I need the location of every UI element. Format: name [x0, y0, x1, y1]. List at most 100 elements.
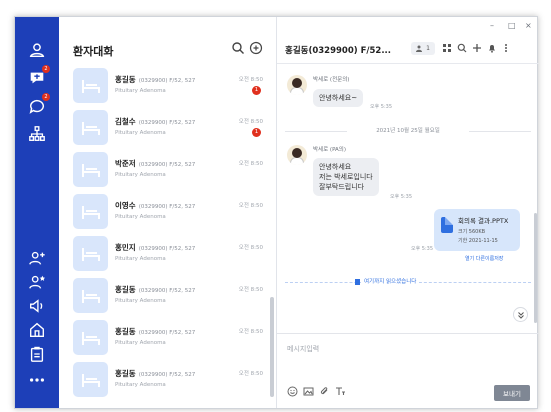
- sender-avatar[interactable]: [287, 75, 307, 95]
- row-time: 오전 8:50: [238, 203, 263, 209]
- messenger-window: 2 2 환자대화 홍길동 (0329900) F/52, 527 Pituita…: [14, 16, 539, 409]
- search-icon[interactable]: [457, 43, 467, 53]
- chat-icon[interactable]: 2: [26, 93, 50, 117]
- list-item[interactable]: 홍길동 (0329900) F/52, 527 Pituitary Adenoma…: [59, 275, 269, 317]
- profile-icon[interactable]: [26, 39, 48, 61]
- list-item[interactable]: 홍민지 (0329900) F/52, 527 Pituitary Adenoma…: [59, 233, 269, 275]
- search-icon[interactable]: [231, 41, 245, 55]
- list-item[interactable]: 김철수 (0329900) F/52, 527 Pituitary Adenoma…: [59, 107, 269, 149]
- file-attachment[interactable]: 회의록 결과.PPTX 크기 560KB 기한 2021-11-15: [434, 209, 520, 251]
- list-scrollbar[interactable]: [270, 297, 274, 397]
- bed-icon: [81, 331, 100, 345]
- patient-avatar: [73, 68, 108, 103]
- patient-chat-badge: 2: [42, 65, 50, 73]
- patient-diagnosis: Pituitary Adenoma: [115, 214, 166, 220]
- minimize-button[interactable]: –: [490, 21, 494, 30]
- member-count-chip[interactable]: 1: [411, 42, 435, 55]
- bed-icon: [81, 163, 100, 177]
- add-user-icon[interactable]: [26, 247, 48, 269]
- image-icon[interactable]: [303, 386, 314, 397]
- close-button[interactable]: ×: [525, 21, 532, 30]
- row-time: 오전 8:50: [238, 77, 263, 83]
- patient-diagnosis: Pituitary Adenoma: [115, 340, 166, 346]
- chat-scrollbar[interactable]: [534, 213, 537, 323]
- patient-name: 김철수 (0329900) F/52, 527: [115, 117, 196, 126]
- message-line: 잘부탁드립니다: [319, 183, 365, 191]
- patient-diagnosis: Pituitary Adenoma: [115, 172, 166, 178]
- patient-name: 박준저 (0329900) F/52, 527: [115, 159, 196, 168]
- list-item[interactable]: 이영수 (0329900) F/52, 527 Pituitary Adenoma…: [59, 191, 269, 233]
- message-input[interactable]: [287, 341, 527, 357]
- plus-icon[interactable]: [472, 43, 482, 53]
- chevron-down-icon: [517, 311, 524, 319]
- row-time: 오전 8:50: [238, 161, 263, 167]
- clipboard-icon[interactable]: [26, 343, 48, 365]
- attachment-icon[interactable]: [319, 386, 330, 397]
- patient-avatar: [73, 278, 108, 313]
- sender-avatar[interactable]: [287, 145, 307, 165]
- patient-name: 이영수 (0329900) F/52, 527: [115, 201, 196, 210]
- patient-avatar: [73, 194, 108, 229]
- unread-badge: 1: [252, 128, 261, 137]
- list-item[interactable]: 박준저 (0329900) F/52, 527 Pituitary Adenoma…: [59, 149, 269, 191]
- bed-icon: [81, 289, 100, 303]
- file-icon: [441, 217, 453, 233]
- patient-diagnosis: Pituitary Adenoma: [115, 88, 166, 94]
- list-item[interactable]: 홍길동 (0329900) F/52, 527 Pituitary Adenoma…: [59, 65, 269, 107]
- bookmark-icon: [355, 279, 360, 285]
- list-item[interactable]: 홍길동 (0329900) F/52, 527 Pituitary Adenoma…: [59, 317, 269, 359]
- patient-list-panel: 환자대화 홍길동 (0329900) F/52, 527 Pituitary Ad…: [59, 17, 277, 408]
- message-bubble: 안녕하세요~: [313, 89, 364, 107]
- home-icon[interactable]: [26, 319, 48, 341]
- patient-diagnosis: Pituitary Adenoma: [115, 256, 166, 262]
- row-time: 오전 8:50: [238, 245, 263, 251]
- patient-diagnosis: Pituitary Adenoma: [115, 130, 166, 136]
- message-time: 오후 5:35: [370, 104, 393, 110]
- file-size: 크기 560KB: [458, 229, 486, 235]
- add-chat-icon[interactable]: [249, 41, 263, 55]
- message-time: 오후 5:35: [411, 246, 434, 252]
- sender-name: 박세로 (전문의): [313, 77, 350, 83]
- chat-title: 홍길동(0329900) F/52...: [285, 46, 392, 56]
- user-star-icon[interactable]: [26, 271, 48, 293]
- more-icon[interactable]: [26, 369, 48, 391]
- bed-icon: [81, 247, 100, 261]
- patient-avatar: [73, 362, 108, 397]
- member-count: 1: [426, 45, 430, 52]
- unread-badge: 1: [252, 86, 261, 95]
- row-time: 오전 8:50: [238, 119, 263, 125]
- header-divider: [277, 63, 539, 64]
- patient-avatar: [73, 236, 108, 271]
- patient-name: 홍길동 (0329900) F/52, 527: [115, 285, 196, 294]
- read-marker-label: 여기까지 읽으셨습니다: [361, 277, 420, 285]
- patient-avatar: [73, 152, 108, 187]
- sender-name: 박세로 (PA의): [313, 147, 347, 153]
- message-line: 안녕하세요: [319, 163, 352, 171]
- more-vertical-icon[interactable]: [501, 43, 511, 53]
- patient-name: 홍길동 (0329900) F/52, 527: [115, 75, 196, 84]
- read-marker: 여기까지 읽으셨습니다: [285, 277, 531, 287]
- send-button[interactable]: 보내기: [494, 385, 530, 401]
- message-bubble: 안녕하세요 저는 박세로입니다 잘부탁드립니다: [313, 158, 379, 196]
- patient-name: 홍민지 (0329900) F/52, 527: [115, 243, 196, 252]
- bed-icon: [81, 121, 100, 135]
- chat-panel: – □ × 홍길동(0329900) F/52... 1 박세로 (전문의) 안…: [277, 17, 539, 408]
- bell-icon[interactable]: [487, 43, 497, 53]
- maximize-button[interactable]: □: [508, 21, 516, 30]
- patient-name: 홍길동 (0329900) F/52, 527: [115, 369, 196, 378]
- scroll-down-button[interactable]: [513, 307, 528, 322]
- speaker-icon[interactable]: [26, 295, 48, 317]
- input-divider: [277, 333, 539, 334]
- organization-icon[interactable]: [26, 123, 48, 145]
- list-item[interactable]: 홍길동 (0329900) F/52, 527 Pituitary Adenoma…: [59, 359, 269, 401]
- patient-chat-icon[interactable]: 2: [26, 65, 50, 89]
- bed-icon: [81, 205, 100, 219]
- file-actions[interactable]: 열기 다른이름저장: [465, 255, 503, 262]
- emoji-icon[interactable]: [287, 386, 298, 397]
- format-icon[interactable]: [335, 386, 346, 397]
- grid-icon[interactable]: [442, 43, 452, 53]
- patient-diagnosis: Pituitary Adenoma: [115, 298, 166, 304]
- message-time: 오후 5:35: [390, 194, 413, 200]
- row-time: 오전 8:50: [238, 371, 263, 377]
- patient-name: 홍길동 (0329900) F/52, 527: [115, 327, 196, 336]
